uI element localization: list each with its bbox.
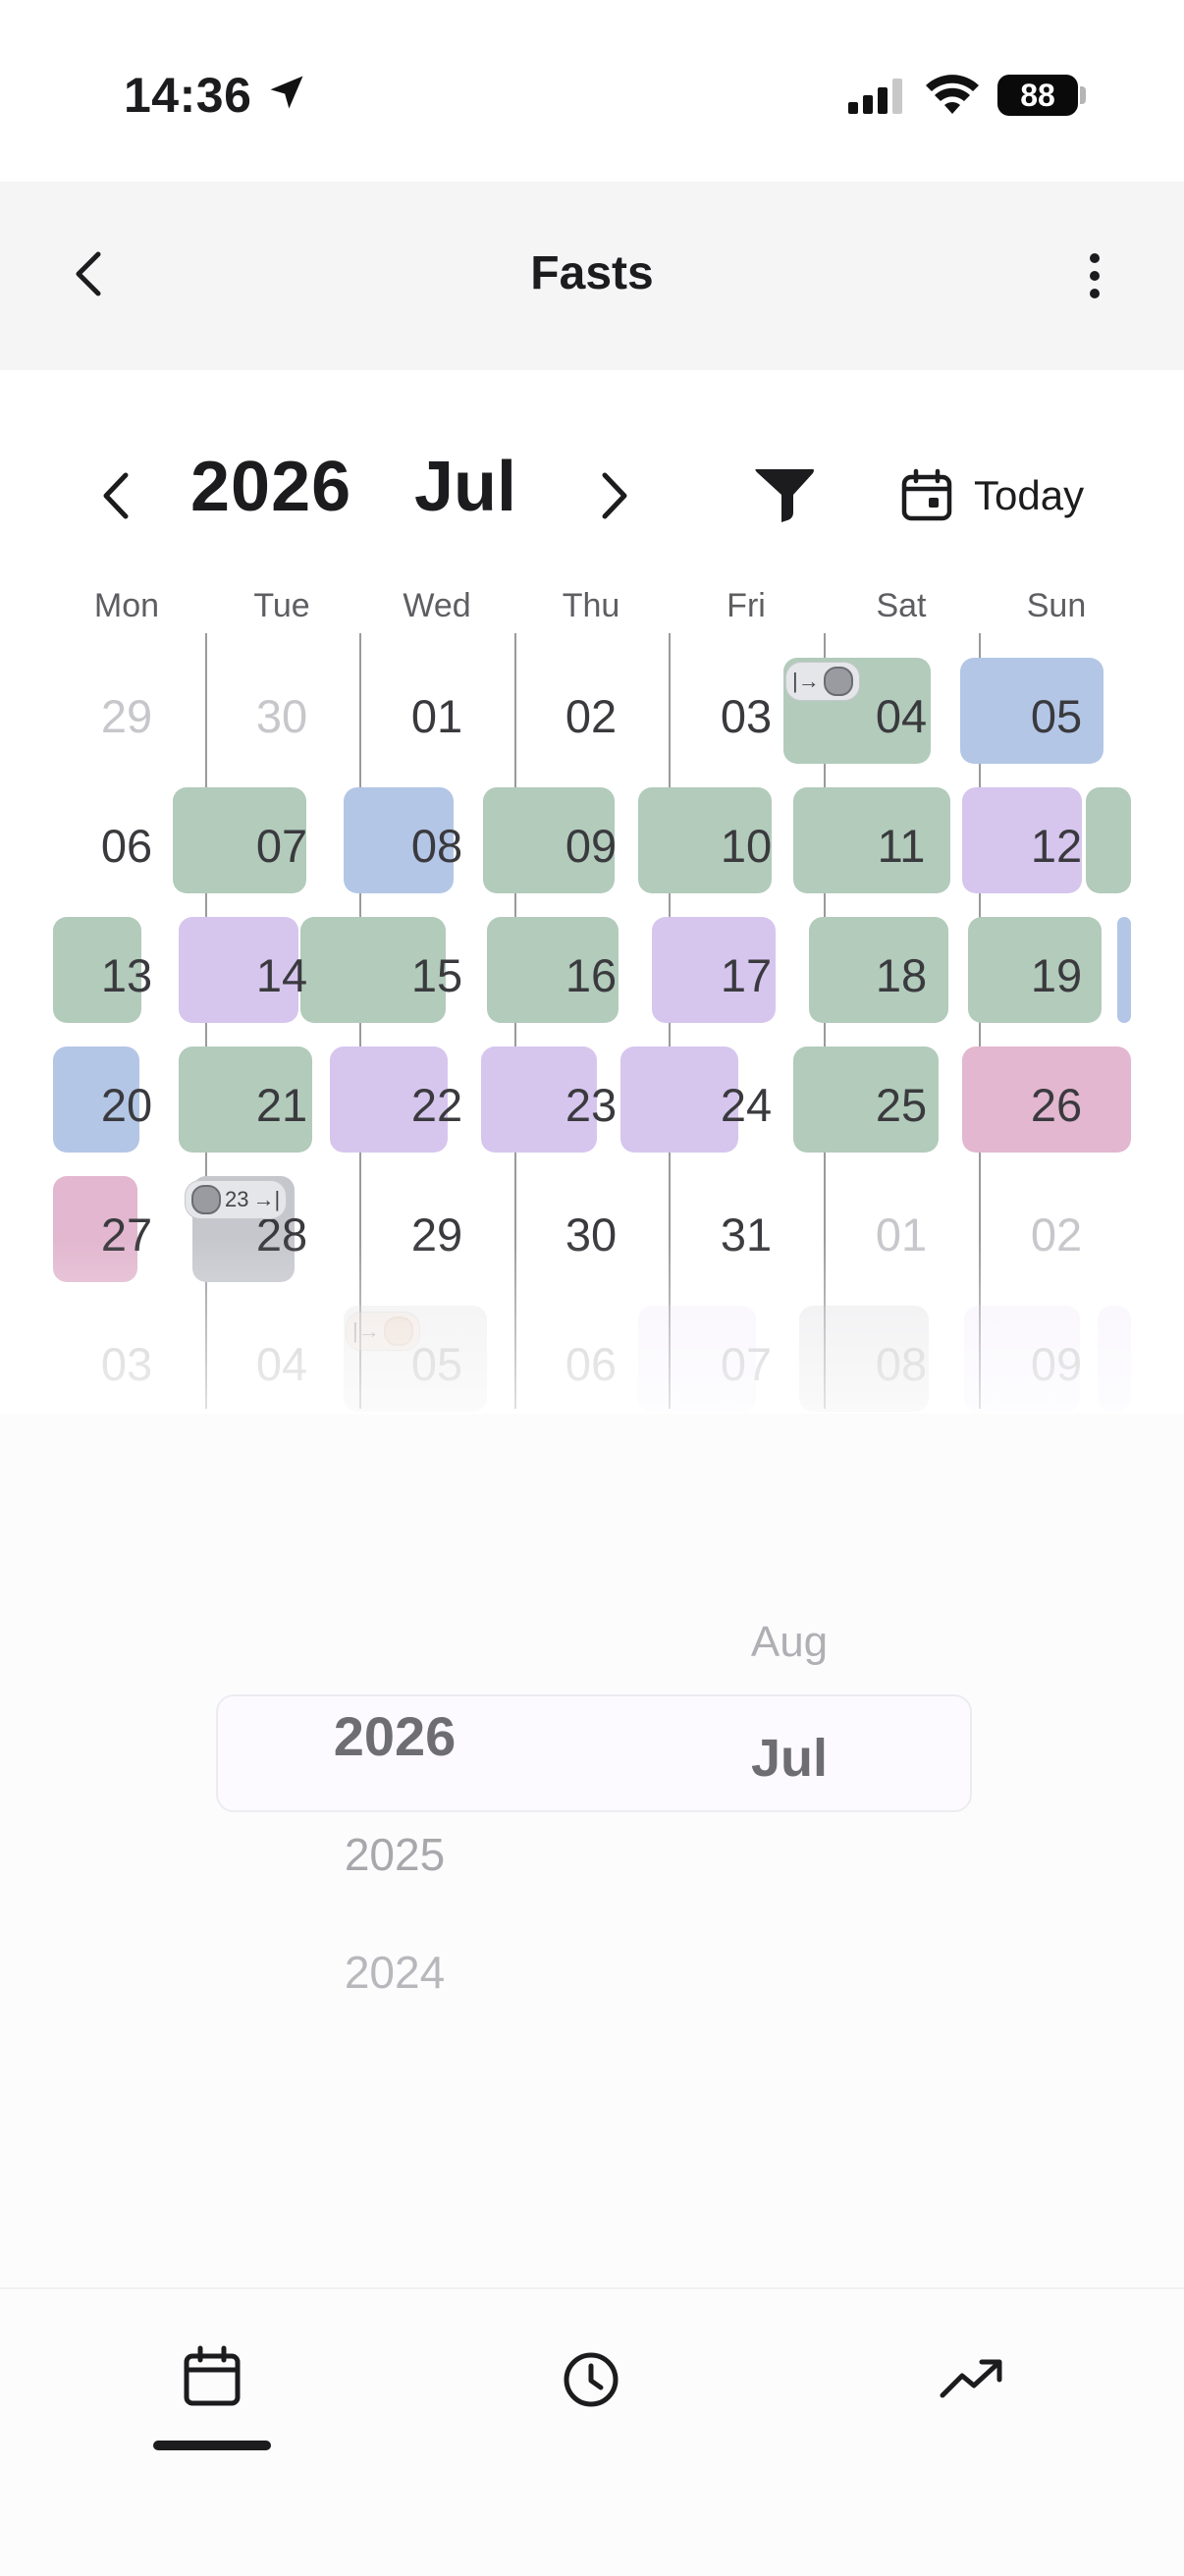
- wifi-icon: [926, 75, 979, 114]
- day-cell[interactable]: 26: [997, 1076, 1115, 1135]
- fast-start-pill: |→: [785, 662, 860, 701]
- day-cell[interactable]: 12: [997, 817, 1115, 876]
- battery-indicator: 88: [997, 75, 1078, 116]
- day-cell[interactable]: 23: [532, 1076, 650, 1135]
- cellular-signal-icon: [848, 79, 902, 114]
- more-options-icon[interactable]: [1070, 244, 1119, 307]
- calendar-icon[interactable]: [173, 2338, 251, 2417]
- end-arrow-icon: →|: [252, 1187, 281, 1211]
- picker-year-prev2[interactable]: 2024: [247, 1946, 542, 1999]
- day-cell[interactable]: 14: [223, 946, 341, 1005]
- day-cell[interactable]: 02: [532, 687, 650, 746]
- day-cell[interactable]: 18: [842, 946, 960, 1005]
- day-cell[interactable]: 09: [532, 817, 650, 876]
- navigation-bar: Fasts: [0, 182, 1184, 370]
- previous-month-icon[interactable]: [90, 461, 145, 530]
- day-cell[interactable]: 24: [687, 1076, 805, 1135]
- day-cell[interactable]: 20: [68, 1076, 186, 1135]
- weekday-label: Tue: [253, 587, 310, 624]
- picker-year-prev[interactable]: 2025: [247, 1828, 542, 1881]
- battery-tip: [1080, 86, 1086, 104]
- day-cell[interactable]: 19: [997, 946, 1115, 1005]
- year-month-picker[interactable]: [0, 1414, 1184, 2287]
- picker-month-selected[interactable]: Jul: [642, 1728, 937, 1789]
- weekday-label: Wed: [403, 587, 471, 624]
- weekday-label: Sat: [876, 587, 927, 624]
- day-cell[interactable]: 21: [223, 1076, 341, 1135]
- day-cell[interactable]: 08: [378, 817, 496, 876]
- day-cell[interactable]: 06: [68, 817, 186, 876]
- status-bar: 14:36 88: [0, 0, 1184, 182]
- location-arrow-icon: [270, 76, 303, 109]
- next-month-icon[interactable]: [585, 461, 640, 530]
- calendar-year[interactable]: 2026: [190, 447, 351, 527]
- day-cell[interactable]: 07: [223, 817, 341, 876]
- start-arrow-icon: |→: [792, 669, 820, 693]
- today-label: Today: [974, 472, 1085, 518]
- day-cell[interactable]: 04: [842, 687, 960, 746]
- day-cell[interactable]: 22: [378, 1076, 496, 1135]
- page-title: Fasts: [530, 247, 654, 299]
- day-cell[interactable]: 10: [687, 817, 805, 876]
- day-cell[interactable]: 16: [532, 946, 650, 1005]
- today-button[interactable]: Today: [899, 461, 1084, 530]
- day-cell[interactable]: 05: [997, 687, 1115, 746]
- calendar-month[interactable]: Jul: [414, 447, 516, 527]
- tab-bar: [0, 2287, 1184, 2576]
- clock-icon[interactable]: [552, 2338, 630, 2417]
- fast-block: [1117, 917, 1131, 1023]
- day-cell[interactable]: 01: [378, 687, 496, 746]
- day-cell[interactable]: 13: [68, 946, 186, 1005]
- pause-icon: [191, 1185, 221, 1214]
- pause-icon: [823, 667, 853, 696]
- status-time: 14:36: [124, 68, 252, 123]
- fast-duration-pill: 23 →|: [185, 1180, 288, 1219]
- weekday-label: Mon: [93, 587, 160, 624]
- calendar-today-icon: [901, 468, 952, 521]
- picker-month-next[interactable]: Aug: [642, 1618, 937, 1667]
- filter-icon[interactable]: [750, 459, 819, 528]
- day-cell[interactable]: 29: [68, 687, 186, 746]
- day-cell[interactable]: 03: [687, 687, 805, 746]
- fast-duration: 23: [225, 1187, 249, 1211]
- day-cell[interactable]: 30: [223, 687, 341, 746]
- weekday-label: Fri: [727, 587, 766, 624]
- active-tab-indicator: [153, 2441, 271, 2450]
- trend-icon[interactable]: [933, 2338, 1011, 2417]
- day-cell[interactable]: 17: [687, 946, 805, 1005]
- weekday-label: Sun: [1026, 587, 1087, 624]
- picker-year-selected[interactable]: 2026: [247, 1704, 542, 1768]
- weekday-label: Thu: [562, 587, 620, 624]
- calendar-fade: [0, 1237, 1184, 1423]
- day-cell[interactable]: 11: [842, 817, 960, 876]
- day-cell[interactable]: 15: [378, 946, 496, 1005]
- day-cell[interactable]: 25: [842, 1076, 960, 1135]
